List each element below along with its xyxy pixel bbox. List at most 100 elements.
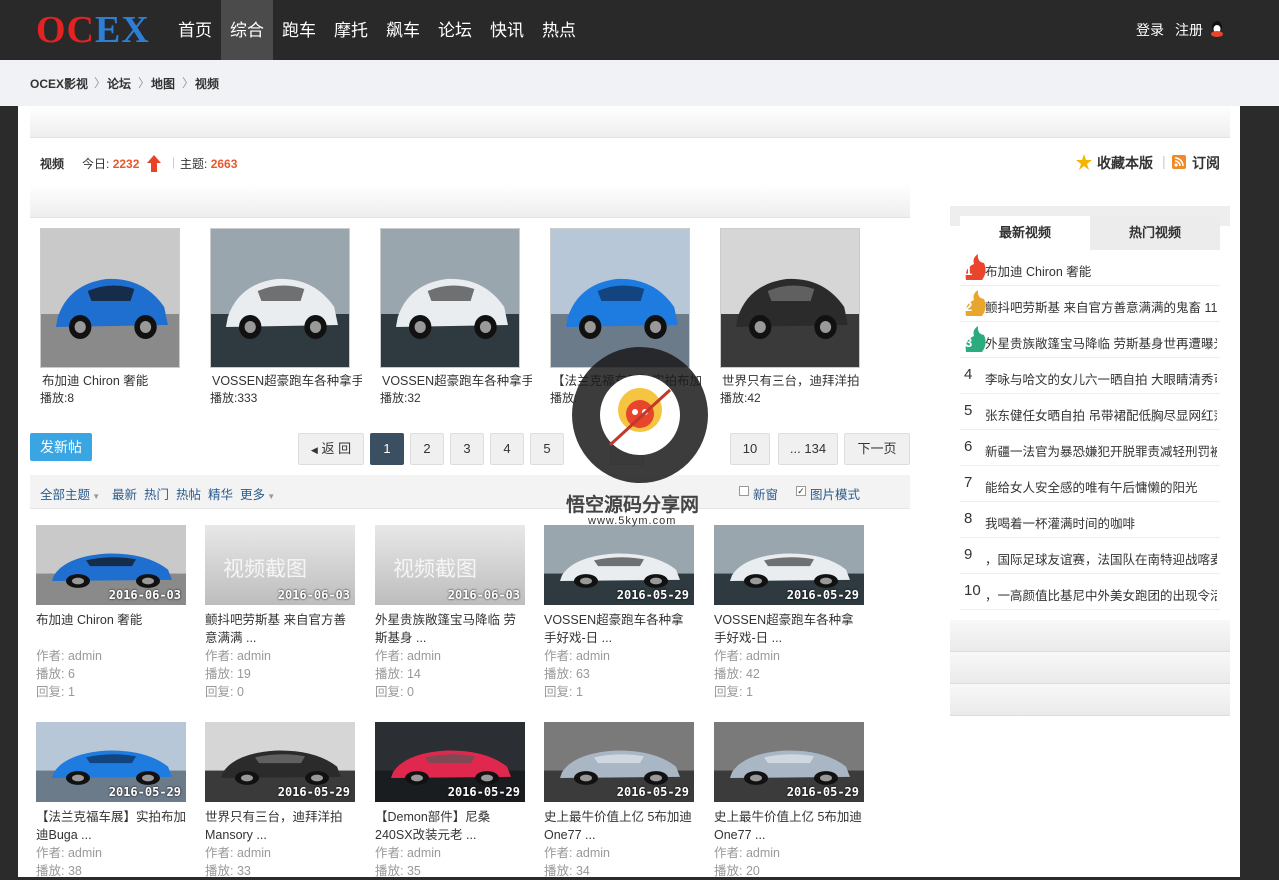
video-thumbnail[interactable]: 2016-05-29 <box>544 722 694 802</box>
video-card[interactable]: 2016-05-29 【法兰克福车展】实拍布加迪Buga ... 作者: adm… <box>36 722 186 880</box>
tab-hot-videos[interactable]: 热门视频 <box>1090 216 1220 250</box>
sidebar-video-item[interactable]: 9 ，国际足球友谊赛，法国队在南特迎战喀麦隆 <box>960 538 1220 574</box>
sidebar-video-item[interactable]: 2 颤抖吧劳斯基 来自官方善意满满的鬼畜 11 <box>960 286 1220 322</box>
breadcrumb-map[interactable]: 地图 <box>151 75 175 92</box>
sidebar-video-title[interactable]: 颤抖吧劳斯基 来自官方善意满满的鬼畜 11 <box>985 297 1217 316</box>
nav-item-home[interactable]: 首页 <box>171 0 219 60</box>
image-mode-checkbox[interactable]: ✓ <box>796 486 806 496</box>
sidebar-video-item[interactable]: 10 ，一高颜值比基尼中外美女跑团的出现令活动 <box>960 574 1220 610</box>
video-title[interactable]: 史上最牛价值上亿 5布加迪 One77 ... <box>544 808 694 844</box>
video-card[interactable]: 2016-06-03 布加迪 Chiron 奢能 作者: admin 播放: 6… <box>36 525 186 701</box>
login-link[interactable]: 登录 <box>1136 20 1164 40</box>
tab-latest-videos[interactable]: 最新视频 <box>960 216 1090 250</box>
video-title[interactable]: 颤抖吧劳斯基 来自官方善意满满 ... <box>205 611 355 647</box>
page-10[interactable]: 10 <box>730 433 770 465</box>
video-card[interactable]: 2016-05-29 史上最牛价值上亿 5布加迪 One77 ... 作者: a… <box>714 722 864 880</box>
video-card[interactable]: 2016-05-29 世界只有三台，迪拜洋拍 Mansory ... 作者: a… <box>205 722 355 880</box>
nav-item-news[interactable]: 快讯 <box>483 0 531 60</box>
sidebar-video-title[interactable]: ，一高颜值比基尼中外美女跑团的出现令活动 <box>985 585 1217 604</box>
new-window-label: 新窗 <box>753 488 779 502</box>
sidebar-video-title[interactable]: 李咏与哈文的女儿六一晒自拍 大眼睛清秀可 <box>985 369 1217 388</box>
video-thumbnail[interactable]: 2016-05-29 <box>375 722 525 802</box>
filter-all[interactable]: 全部主题 ▼ <box>40 484 100 503</box>
nav-item-moto[interactable]: 摩托 <box>327 0 375 60</box>
sidebar-video-item[interactable]: 5 张东健任女晒自拍 吊带裙配低胸尽显网红范 <box>960 394 1220 430</box>
featured-video-title[interactable]: VOSSEN超豪跑车各种拿手 <box>212 370 362 389</box>
nav-item-sportscar[interactable]: 跑车 <box>275 0 323 60</box>
nav-item-hot[interactable]: 热点 <box>535 0 583 60</box>
video-title[interactable]: 世界只有三台，迪拜洋拍 Mansory ... <box>205 808 355 844</box>
page-2[interactable]: 2 <box>410 433 444 465</box>
video-title[interactable]: 【法兰克福车展】实拍布加迪Buga ... <box>36 808 186 844</box>
sidebar-video-title[interactable]: 新疆一法官为暴恐嫌犯开脱罪责减轻刑罚被双 <box>985 441 1217 460</box>
subscribe-button[interactable]: 订阅 <box>1192 153 1220 173</box>
new-window-checkbox[interactable] <box>739 486 749 496</box>
video-card[interactable]: 2016-05-29 VOSSEN超豪跑车各种拿手好戏-日 ... 作者: ad… <box>544 525 694 701</box>
video-thumbnail[interactable]: 2016-05-29 <box>36 722 186 802</box>
sidebar-video-title[interactable]: 能给女人安全感的唯有午后慵懒的阳光 <box>985 477 1217 496</box>
filter-digest[interactable]: 精华 <box>208 484 233 503</box>
video-card[interactable]: 视频截图 2016-06-03 外星贵族敞篷宝马降临 劳斯基身 ... 作者: … <box>375 525 525 701</box>
featured-video-title[interactable]: 布加迪 Chiron 奢能 <box>42 370 192 389</box>
filter-more[interactable]: 更多 ▼ <box>240 484 275 503</box>
video-plays: 播放: 34 <box>544 864 590 878</box>
video-title[interactable]: VOSSEN超豪跑车各种拿手好戏-日 ... <box>714 611 864 647</box>
register-link[interactable]: 注册 <box>1175 20 1203 40</box>
sidebar-video-title[interactable]: ，国际足球友谊赛，法国队在南特迎战喀麦隆 <box>985 549 1217 568</box>
video-card[interactable]: 2016-05-29 【Demon部件】尼桑 240SX改装元老 ... 作者:… <box>375 722 525 880</box>
page-1[interactable]: 1 <box>370 433 404 465</box>
video-thumbnail[interactable]: 视频截图 2016-06-03 <box>375 525 525 605</box>
back-button[interactable]: ◀ 返 回 <box>298 433 364 465</box>
page-last[interactable]: ... 134 <box>778 433 838 465</box>
video-title[interactable]: VOSSEN超豪跑车各种拿手好戏-日 ... <box>544 611 694 647</box>
nav-item-racing[interactable]: 飙车 <box>379 0 427 60</box>
breadcrumb-forum[interactable]: 论坛 <box>107 75 131 92</box>
featured-video-thumbnail[interactable] <box>380 228 520 368</box>
sidebar-video-title[interactable]: 外星贵族敞篷宝马降临 劳斯基身世再遭曝光 <box>985 333 1217 352</box>
featured-video-title[interactable]: 世界只有三台，迪拜洋拍 <box>722 370 872 389</box>
site-logo[interactable]: OCEX <box>36 8 150 52</box>
filter-popular[interactable]: 热门 <box>144 484 169 503</box>
favorite-button[interactable]: 收藏本版 <box>1097 153 1153 173</box>
next-page-button[interactable]: 下一页 <box>844 433 910 465</box>
video-thumbnail[interactable]: 视频截图 2016-06-03 <box>205 525 355 605</box>
sidebar-video-item[interactable]: 8 我喝着一杯灌满时间的咖啡 <box>960 502 1220 538</box>
sidebar-video-item[interactable]: 7 能给女人安全感的唯有午后慵懒的阳光 <box>960 466 1220 502</box>
sidebar-video-title[interactable]: 布加迪 Chiron 奢能 <box>985 261 1217 280</box>
video-thumbnail[interactable]: 2016-06-03 <box>36 525 186 605</box>
nav-item-general[interactable]: 综合 <box>221 0 273 60</box>
breadcrumb-home[interactable]: OCEX影视 <box>30 75 88 92</box>
qq-icon[interactable] <box>1210 20 1224 38</box>
video-title[interactable]: 外星贵族敞篷宝马降临 劳斯基身 ... <box>375 611 525 647</box>
filter-hot[interactable]: 热帖 <box>176 484 201 503</box>
nav-item-forum[interactable]: 论坛 <box>431 0 479 60</box>
video-thumbnail[interactable]: 2016-05-29 <box>714 722 864 802</box>
video-card[interactable]: 2016-05-29 VOSSEN超豪跑车各种拿手好戏-日 ... 作者: ad… <box>714 525 864 701</box>
featured-video-thumbnail[interactable] <box>210 228 350 368</box>
video-card[interactable]: 2016-05-29 史上最牛价值上亿 5布加迪 One77 ... 作者: a… <box>544 722 694 880</box>
sidebar-video-item[interactable]: 3 外星贵族敞篷宝马降临 劳斯基身世再遭曝光 <box>960 322 1220 358</box>
video-card[interactable]: 视频截图 2016-06-03 颤抖吧劳斯基 来自官方善意满满 ... 作者: … <box>205 525 355 701</box>
featured-video-thumbnail[interactable] <box>720 228 860 368</box>
featured-video-title[interactable]: VOSSEN超豪跑车各种拿手 <box>382 370 532 389</box>
sidebar-video-item[interactable]: 1 布加迪 Chiron 奢能 <box>960 250 1220 286</box>
caret-down-icon: ▼ <box>265 492 276 501</box>
video-thumbnail[interactable]: 2016-05-29 <box>714 525 864 605</box>
featured-video-thumbnail[interactable] <box>40 228 180 368</box>
breadcrumb-video[interactable]: 视频 <box>195 75 219 92</box>
page-3[interactable]: 3 <box>450 433 484 465</box>
video-author: 作者: admin <box>36 649 102 663</box>
sidebar-footer-band <box>950 684 1230 716</box>
filter-latest[interactable]: 最新 <box>112 484 137 503</box>
video-thumbnail[interactable]: 2016-05-29 <box>205 722 355 802</box>
video-title[interactable]: 史上最牛价值上亿 5布加迪 One77 ... <box>714 808 864 844</box>
sidebar-video-item[interactable]: 6 新疆一法官为暴恐嫌犯开脱罪责减轻刑罚被双 <box>960 430 1220 466</box>
video-title[interactable]: 【Demon部件】尼桑 240SX改装元老 ... <box>375 808 525 844</box>
page-4[interactable]: 4 <box>490 433 524 465</box>
video-title[interactable]: 布加迪 Chiron 奢能 <box>36 611 186 647</box>
sidebar-video-title[interactable]: 张东健任女晒自拍 吊带裙配低胸尽显网红范 <box>985 405 1217 424</box>
new-post-button[interactable]: 发新帖 <box>30 433 92 461</box>
sidebar-video-title[interactable]: 我喝着一杯灌满时间的咖啡 <box>985 513 1217 532</box>
sidebar-video-item[interactable]: 4 李咏与哈文的女儿六一晒自拍 大眼睛清秀可 <box>960 358 1220 394</box>
page-5[interactable]: 5 <box>530 433 564 465</box>
